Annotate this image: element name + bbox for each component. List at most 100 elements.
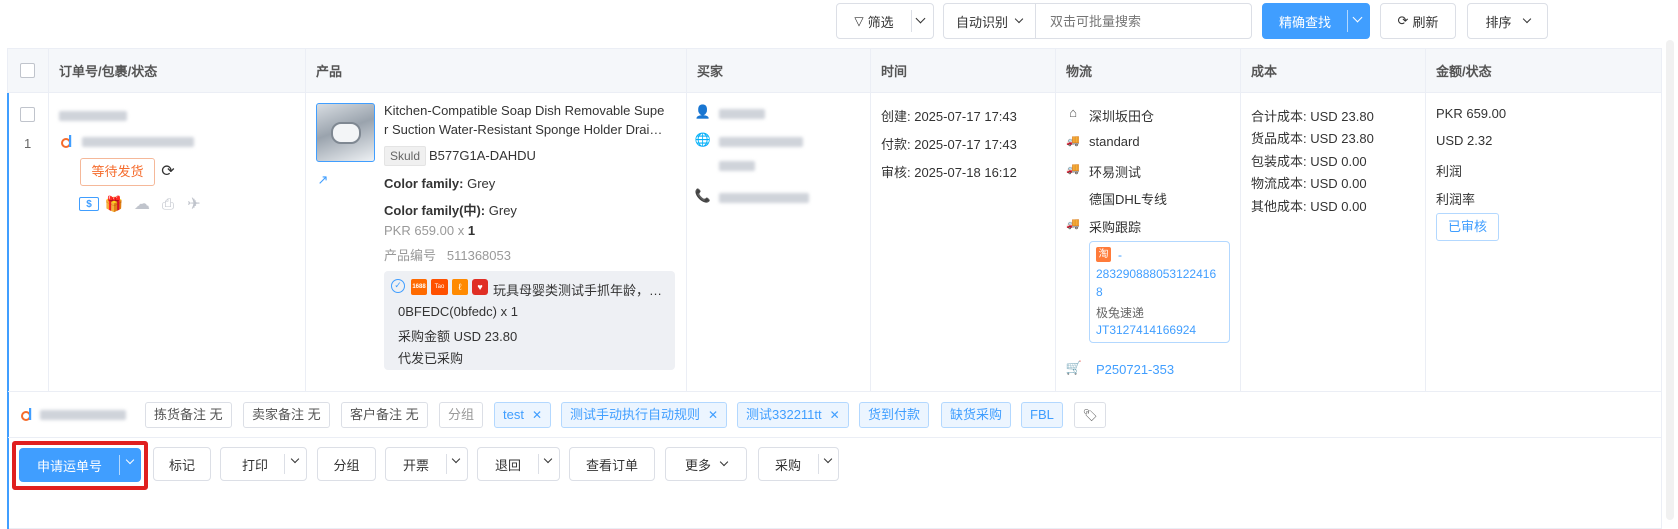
platform-logo-icon xyxy=(20,407,34,421)
chevron-down-icon[interactable] xyxy=(451,454,461,464)
profit-label: 利润 xyxy=(1436,164,1463,179)
table-header: 订单号/包裹/状态 产品 买家 时间 物流 成本 金额/状态 xyxy=(8,48,1661,93)
attribute-color-family-cn: Color family(中): Grey xyxy=(384,200,517,219)
picking-remark-tag[interactable]: 拣货备注 无 xyxy=(145,402,232,428)
print-label: 打印 xyxy=(242,457,269,473)
add-tag-button[interactable]: 🏷 xyxy=(1074,402,1106,428)
external-link-icon[interactable]: ↗ xyxy=(315,172,331,188)
source-pdd-icon: ♥ xyxy=(472,279,488,295)
label-tag[interactable]: 缺货采购 xyxy=(941,402,1012,428)
attribute-label: Color family(中): xyxy=(384,203,486,218)
sort-label: 排序 xyxy=(1485,14,1512,30)
view-order-button[interactable]: 查看订单 xyxy=(569,447,655,481)
seller-remark-tag[interactable]: 卖家备注 无 xyxy=(243,402,330,428)
time-paid: 付款: 2025-07-17 17:43 xyxy=(881,137,1017,152)
row-checkbox[interactable] xyxy=(20,107,35,122)
carrier: 环易测试 xyxy=(1089,165,1142,180)
globe-icon: 🌐 xyxy=(694,132,712,147)
truck-icon: 🚚 xyxy=(1066,134,1080,147)
label-tag[interactable]: FBL xyxy=(1021,402,1063,428)
cloud-icon[interactable]: ☁ xyxy=(132,195,152,213)
cost-other: 其他成本: USD 0.00 xyxy=(1251,199,1367,214)
auto-detect-select[interactable]: 自动识别 xyxy=(943,3,1036,39)
column-header-time: 时间 xyxy=(881,64,908,79)
filter-label: 筛选 xyxy=(867,14,894,30)
taobao-icon: 淘 xyxy=(1096,247,1111,262)
amount-usd: USD 2.32 xyxy=(1436,133,1493,148)
group-tag[interactable]: 分组 xyxy=(439,402,484,428)
audit-status-badge: 已审核 xyxy=(1436,213,1499,241)
airplane-icon[interactable]: ✈ xyxy=(184,195,204,213)
purchase-amount: 采购金额 USD 23.80 xyxy=(398,329,518,344)
select-all-checkbox[interactable] xyxy=(20,63,35,78)
chevron-down-icon[interactable] xyxy=(823,454,833,464)
close-icon[interactable]: ✕ xyxy=(830,408,840,422)
warehouse-icon: ⌂ xyxy=(1069,104,1077,120)
chevron-down-icon xyxy=(719,457,729,467)
user-icon: 👤 xyxy=(694,104,712,119)
more-label: 更多 xyxy=(684,457,711,473)
column-header-buyer: 买家 xyxy=(697,64,724,79)
purchase-title[interactable]: 玩具母婴类测试手抓年龄，… xyxy=(493,280,662,299)
chevron-down-icon[interactable] xyxy=(290,454,300,464)
row-index: 1 xyxy=(24,136,32,151)
chevron-down-icon[interactable] xyxy=(1352,12,1363,23)
close-icon[interactable]: ✕ xyxy=(532,408,542,422)
truck-icon: 🚚 xyxy=(1066,162,1080,175)
chevron-down-icon xyxy=(1014,14,1024,24)
refresh-button[interactable]: ⟳ 刷新 xyxy=(1380,3,1456,39)
table-row: 1 等待发货 ⟳ $ 🎁 ☁ ⎙ ✈ ↗ Kitchen-Compatible … xyxy=(8,93,1661,392)
sort-button[interactable]: 排序 xyxy=(1467,3,1548,39)
cost-logistics: 物流成本: USD 0.00 xyxy=(1251,176,1367,191)
buyer-address-redacted xyxy=(719,137,803,147)
tracking-number-cont[interactable]: 8 xyxy=(1096,285,1103,299)
filter-icon: ▽ xyxy=(854,14,864,28)
status-button[interactable]: 等待发货 xyxy=(80,158,155,186)
phone-icon: 📞 xyxy=(694,188,712,203)
product-title-line2[interactable]: r Suction Water-Resistant Sponge Holder … xyxy=(384,122,662,137)
product-code-label: 产品编号 xyxy=(384,248,437,263)
search-input[interactable] xyxy=(1035,3,1252,39)
cost-total: 合计成本: USD 23.80 xyxy=(1251,109,1374,124)
gift-icon[interactable]: 🎁 xyxy=(105,195,124,213)
close-icon[interactable]: ✕ xyxy=(708,408,718,422)
print-button[interactable]: 打印 xyxy=(220,447,307,481)
invoice-label: 开票 xyxy=(403,457,430,473)
chevron-down-icon[interactable] xyxy=(125,455,135,465)
check-circle-icon: ✓ xyxy=(391,279,405,293)
invoice-button[interactable]: 开票 xyxy=(385,447,468,481)
orders-table: 订单号/包裹/状态 产品 买家 时间 物流 成本 金额/状态 1 等待发货 ⟳ … xyxy=(7,48,1662,529)
tag-icon: 🏷 xyxy=(1082,408,1098,422)
courier-number[interactable]: JT3127414166924 xyxy=(1096,323,1196,337)
chevron-down-icon[interactable] xyxy=(543,454,553,464)
label-tag[interactable]: 货到付款 xyxy=(859,402,930,428)
purchase-info-box: ✓ 1688 Tao ℓ ♥ 玩具母婴类测试手抓年龄，… 0BFEDC(0bfe… xyxy=(384,271,675,370)
filter-button[interactable]: ▽ 筛选 xyxy=(836,3,934,39)
mark-button[interactable]: 标记 xyxy=(153,447,211,481)
product-title-line1[interactable]: Kitchen-Compatible Soap Dish Removable S… xyxy=(384,103,664,118)
label-tag[interactable]: test ✕ xyxy=(494,402,552,428)
printer-icon[interactable]: ⎙ xyxy=(158,195,178,213)
purchase-button[interactable]: 采购 xyxy=(758,447,839,481)
chevron-down-icon xyxy=(1522,14,1531,24)
return-button[interactable]: 退回 xyxy=(477,447,560,481)
precise-search-button[interactable]: 精确查找 xyxy=(1262,3,1370,39)
sync-icon[interactable]: ⟳ xyxy=(159,162,177,180)
source-taobao-icon: Tao xyxy=(431,279,448,295)
column-header-logistics: 物流 xyxy=(1066,64,1093,79)
money-icon[interactable]: $ xyxy=(79,197,99,211)
product-thumbnail[interactable] xyxy=(316,103,375,162)
tracking-number[interactable]: 283290888053122416 xyxy=(1096,267,1216,281)
remarks-row: 拣货备注 无 卖家备注 无 客户备注 无 分组 test ✕ 测试手动执行自动规则… xyxy=(8,392,1661,438)
more-button[interactable]: 更多 xyxy=(665,447,747,481)
scrollbar[interactable] xyxy=(1666,40,1674,520)
label-tag[interactable]: 测试332211tt ✕ xyxy=(737,402,849,428)
group-button[interactable]: 分组 xyxy=(317,447,376,481)
purchase-order-link[interactable]: P250721-353 xyxy=(1096,362,1174,377)
chevron-down-icon[interactable] xyxy=(915,13,926,24)
actions-row: 申请运单号 标记 打印 分组 开票 退回 查看订单 更多 采购 xyxy=(8,438,1661,494)
customer-remark-tag[interactable]: 客户备注 无 xyxy=(341,402,428,428)
apply-waybill-button[interactable]: 申请运单号 xyxy=(19,448,141,482)
source-1688-icon: 1688 xyxy=(411,279,427,295)
label-tag[interactable]: 测试手动执行自动规则 ✕ xyxy=(561,402,728,428)
